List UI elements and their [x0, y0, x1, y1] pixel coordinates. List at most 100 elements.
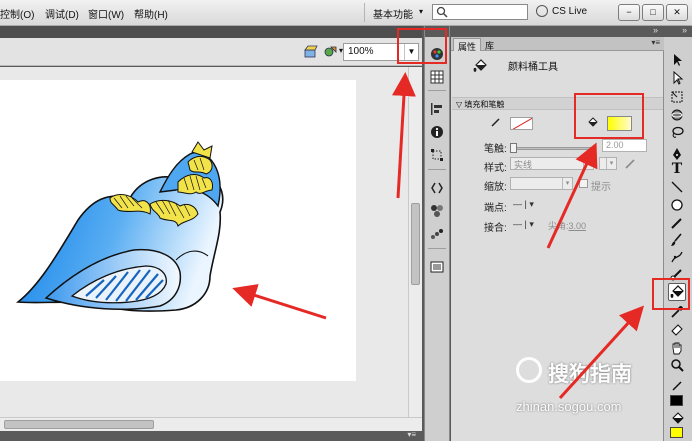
highlight-box-paint-bucket — [652, 278, 690, 310]
workspace-switcher[interactable]: 基本功能 ▾ — [364, 3, 426, 22]
align-icon[interactable] — [430, 102, 444, 116]
horizontal-scroll-thumb[interactable] — [4, 420, 154, 429]
edit-stroke-style-icon[interactable] — [624, 157, 637, 170]
miter-value[interactable]: 3.00 — [569, 221, 587, 231]
chevron-down-icon: ▾ — [606, 158, 616, 169]
stroke-color-swatch[interactable] — [510, 117, 533, 130]
style-options-button[interactable]: ▾ — [599, 157, 617, 170]
close-button[interactable]: ✕ — [666, 4, 688, 21]
info-icon[interactable] — [430, 125, 444, 139]
brush-tool-icon[interactable] — [669, 232, 685, 248]
zoom-tool-icon[interactable] — [669, 357, 685, 373]
edit-bar: ▾ 100% ▼ — [0, 38, 422, 66]
watermark-url: zhinan.sogou.com — [516, 399, 622, 414]
maximize-button[interactable]: □ — [642, 4, 664, 21]
search-icon — [436, 6, 448, 18]
text-tool-icon[interactable]: T — [669, 161, 685, 177]
sogou-logo-icon — [516, 357, 542, 383]
line-tool-icon[interactable] — [669, 179, 685, 195]
collapse-icon[interactable]: » — [653, 25, 658, 35]
cap-label: 端点: — [484, 203, 507, 214]
stage-footer: ▾≡ — [0, 430, 422, 441]
tab-library[interactable]: 库 — [481, 38, 498, 51]
chevron-down-icon: ▾ — [562, 178, 572, 189]
3d-rotation-tool-icon[interactable] — [669, 107, 685, 123]
stage-canvas[interactable] — [0, 80, 356, 381]
stroke-slider-thumb[interactable] — [510, 143, 517, 153]
lasso-tool-icon[interactable] — [669, 125, 685, 141]
panel-dock — [424, 26, 450, 441]
pen-tool-icon[interactable] — [669, 146, 685, 162]
workspace-label: 基本功能 — [373, 10, 413, 21]
edit-scene-icon[interactable] — [304, 45, 318, 58]
stroke-slider-track[interactable] — [510, 147, 594, 150]
menu-window[interactable]: 窗口(W) — [88, 6, 124, 21]
horizontal-scrollbar[interactable] — [0, 417, 422, 431]
section-title: 填充和笔触 — [464, 100, 505, 109]
transform-icon[interactable] — [430, 148, 444, 162]
chevron-down-icon: ▾ — [583, 158, 593, 169]
vertical-scrollbar[interactable]: ◂ — [408, 67, 422, 417]
cap-select[interactable]: — | ▾ — [513, 199, 534, 210]
fill-color-chip[interactable] — [670, 427, 683, 438]
menu-control[interactable]: 控制(O) — [0, 6, 34, 21]
zoom-value: 100% — [348, 46, 374, 57]
menu-bar: 控制(O) 调试(D) 窗口(W) 帮助(H) 基本功能 ▾ CS Live −… — [0, 0, 692, 26]
cs-live-button[interactable]: CS Live — [552, 6, 587, 17]
menu-help[interactable]: 帮助(H) — [134, 6, 168, 21]
collapse-icon[interactable]: » — [682, 25, 687, 35]
minimize-button[interactable]: − — [618, 4, 640, 21]
tools-panel: » T — [664, 25, 692, 441]
document-tab-strip — [0, 26, 422, 38]
hand-tool-icon[interactable] — [669, 340, 685, 356]
dock-separator — [428, 248, 446, 249]
hint-checkbox[interactable] — [579, 179, 588, 188]
tools-header: » — [664, 25, 692, 37]
eraser-tool-icon[interactable] — [669, 321, 685, 337]
motion-presets-icon[interactable] — [430, 227, 444, 241]
subselection-tool-icon[interactable] — [669, 70, 685, 86]
code-snippets-icon[interactable] — [430, 181, 444, 195]
search-input[interactable] — [432, 4, 528, 20]
edit-symbols-icon[interactable] — [324, 45, 338, 58]
pencil-icon — [491, 118, 500, 127]
components-icon[interactable] — [430, 204, 444, 218]
stroke-size-input[interactable]: 2.00 — [602, 139, 647, 152]
style-label: 样式: — [484, 163, 507, 174]
stroke-label: 笔触: — [484, 144, 507, 155]
panel-menu-icon[interactable]: ▾≡ — [651, 38, 660, 47]
properties-tabs: 属性 库 ▾≡ — [451, 37, 664, 52]
miter-label: 尖角: — [548, 221, 569, 231]
swatches-icon[interactable] — [430, 70, 444, 84]
panel-menu-icon[interactable]: ▾≡ — [407, 430, 416, 439]
deco-tool-icon[interactable] — [669, 249, 685, 265]
scene-panel-icon[interactable] — [430, 260, 444, 274]
pasteboard — [0, 67, 408, 417]
pencil-tool-icon[interactable] — [669, 215, 685, 231]
oval-tool-icon[interactable] — [669, 197, 685, 213]
free-transform-tool-icon[interactable] — [669, 89, 685, 105]
fill-color-tool-icon[interactable] — [669, 411, 685, 427]
hint-label: 提示 — [591, 182, 611, 193]
watermark-brand: 搜狗指南 — [548, 363, 632, 386]
dock-separator — [428, 169, 446, 170]
style-select[interactable]: 实线 ▾ — [510, 157, 594, 170]
paint-bucket-icon — [473, 59, 487, 72]
stroke-color-tool-icon[interactable] — [669, 378, 685, 394]
scale-select[interactable]: ▾ — [510, 177, 573, 190]
join-select[interactable]: — | ▾ — [513, 219, 534, 230]
selection-tool-icon[interactable] — [669, 52, 685, 68]
highlight-box-fill-color — [574, 93, 644, 139]
style-value: 实线 — [514, 160, 533, 170]
dock-separator — [428, 90, 446, 91]
chevron-down-icon: ▾ — [418, 7, 423, 16]
menu-debug[interactable]: 调试(D) — [45, 6, 79, 21]
conch-shell-drawing[interactable] — [0, 80, 356, 381]
stroke-color-chip[interactable] — [670, 395, 683, 406]
vertical-scroll-thumb[interactable] — [411, 203, 420, 285]
cs-live-icon — [536, 5, 548, 17]
miter-field[interactable]: 尖角:3.00 — [548, 219, 586, 232]
tool-name: 颜料桶工具 — [508, 62, 558, 73]
join-label: 接合: — [484, 223, 507, 234]
tab-properties[interactable]: 属性 — [453, 38, 482, 52]
